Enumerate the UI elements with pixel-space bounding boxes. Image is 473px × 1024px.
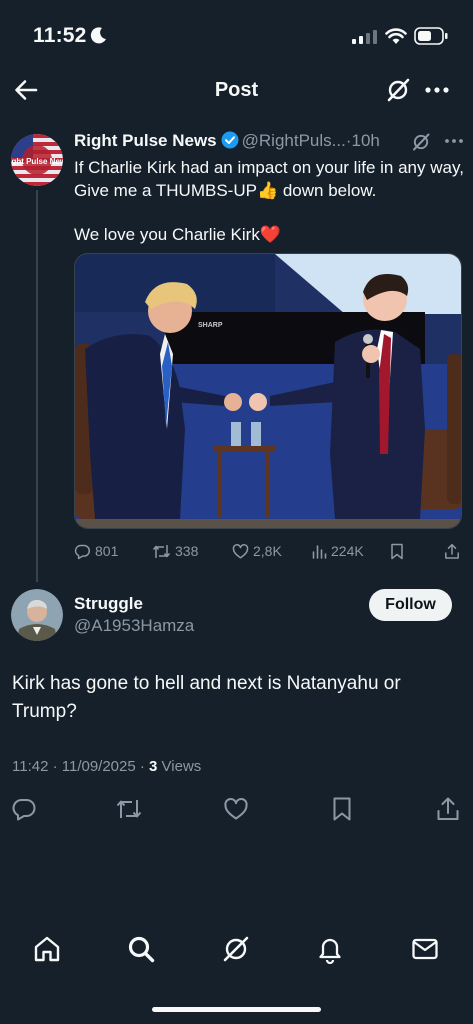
tab-notifications[interactable]: [313, 932, 347, 966]
post-actions: [0, 794, 473, 824]
post-timestamp: 11:42 · 11/09/2025 ·: [12, 758, 150, 775]
views-label: Views: [157, 758, 202, 775]
home-indicator: [152, 1007, 321, 1012]
avatar[interactable]: Right Pulse News: [11, 134, 63, 186]
bookmark-button[interactable]: [390, 540, 404, 562]
reply-button[interactable]: 801: [74, 540, 118, 562]
views-icon: [312, 545, 327, 559]
follow-button[interactable]: Follow: [369, 589, 452, 621]
messages-icon: [412, 938, 438, 960]
bottom-nav: [0, 930, 473, 972]
repost-icon: [116, 800, 142, 818]
like-button[interactable]: [221, 794, 251, 824]
repost-button[interactable]: [114, 794, 144, 824]
bookmark-button[interactable]: [327, 794, 357, 824]
avatar-text: Right Pulse News: [11, 157, 63, 166]
post-meta: 11:42 · 11/09/2025 · 3 Views: [12, 758, 201, 775]
post-text: If Charlie Kirk had an impact on your li…: [74, 158, 464, 200]
verified-badge-icon: [221, 131, 239, 149]
like-button[interactable]: 2,8K: [232, 540, 282, 562]
author-name[interactable]: Struggle: [74, 594, 143, 614]
notifications-icon: [319, 938, 341, 964]
tab-home[interactable]: [30, 932, 64, 966]
post-image[interactable]: SHARP: [74, 253, 462, 529]
author-handle[interactable]: @RightPuls...: [242, 131, 346, 150]
repost-count: 338: [175, 543, 199, 559]
post-actions: 801 338 2,8K 224K: [74, 540, 464, 562]
avatar-image: Right Pulse News: [11, 134, 63, 186]
more-icon[interactable]: [424, 77, 450, 103]
share-button[interactable]: [444, 540, 460, 562]
repost-button[interactable]: 338: [152, 540, 198, 562]
post-text: Kirk has gone to hell and next is Natany…: [12, 673, 401, 722]
grok-icon[interactable]: [411, 132, 431, 152]
share-button[interactable]: [433, 794, 463, 824]
grok-icon: [223, 936, 249, 962]
views-count: 224K: [331, 543, 364, 559]
media-illustration: SHARP: [75, 254, 461, 528]
repost-icon: [152, 544, 171, 558]
media-sign: SHARP: [198, 322, 223, 329]
avatar[interactable]: [11, 589, 63, 641]
avatar-image: [11, 589, 63, 641]
reply-count: 801: [95, 543, 119, 559]
bookmark-icon: [391, 543, 403, 559]
thread-line: [36, 190, 38, 582]
tab-messages[interactable]: [408, 932, 442, 966]
tab-grok[interactable]: [219, 932, 253, 966]
author-handle[interactable]: @A1953Hamza: [74, 616, 194, 636]
bookmark-icon: [333, 797, 351, 821]
share-icon: [437, 797, 459, 820]
grok-icon[interactable]: [385, 77, 411, 103]
author-name[interactable]: Right Pulse News: [74, 131, 217, 150]
status-time: 11:52: [33, 24, 87, 47]
post-header: Right Pulse News @RightPuls...·10h: [74, 131, 464, 153]
share-icon: [445, 543, 459, 559]
moon-icon: [90, 27, 106, 44]
signal-icon: [352, 30, 377, 44]
top-bar: Post: [0, 68, 473, 114]
search-icon: [128, 936, 155, 963]
home-icon: [34, 936, 60, 962]
reply-icon: [74, 544, 90, 559]
reply-button[interactable]: [9, 794, 39, 824]
post-time-ago: 10h: [351, 131, 380, 150]
wifi-icon: [385, 28, 407, 44]
more-icon[interactable]: [443, 131, 465, 151]
like-count: 2,8K: [253, 543, 282, 559]
like-icon: [232, 543, 249, 559]
reply-icon: [12, 798, 36, 821]
tab-search[interactable]: [124, 932, 158, 966]
battery-icon: [414, 27, 448, 45]
like-icon: [224, 797, 248, 820]
post-text-line: We love you Charlie Kirk❤️: [74, 225, 281, 244]
views-button[interactable]: 224K: [312, 540, 364, 562]
status-bar: 11:52: [0, 0, 473, 68]
